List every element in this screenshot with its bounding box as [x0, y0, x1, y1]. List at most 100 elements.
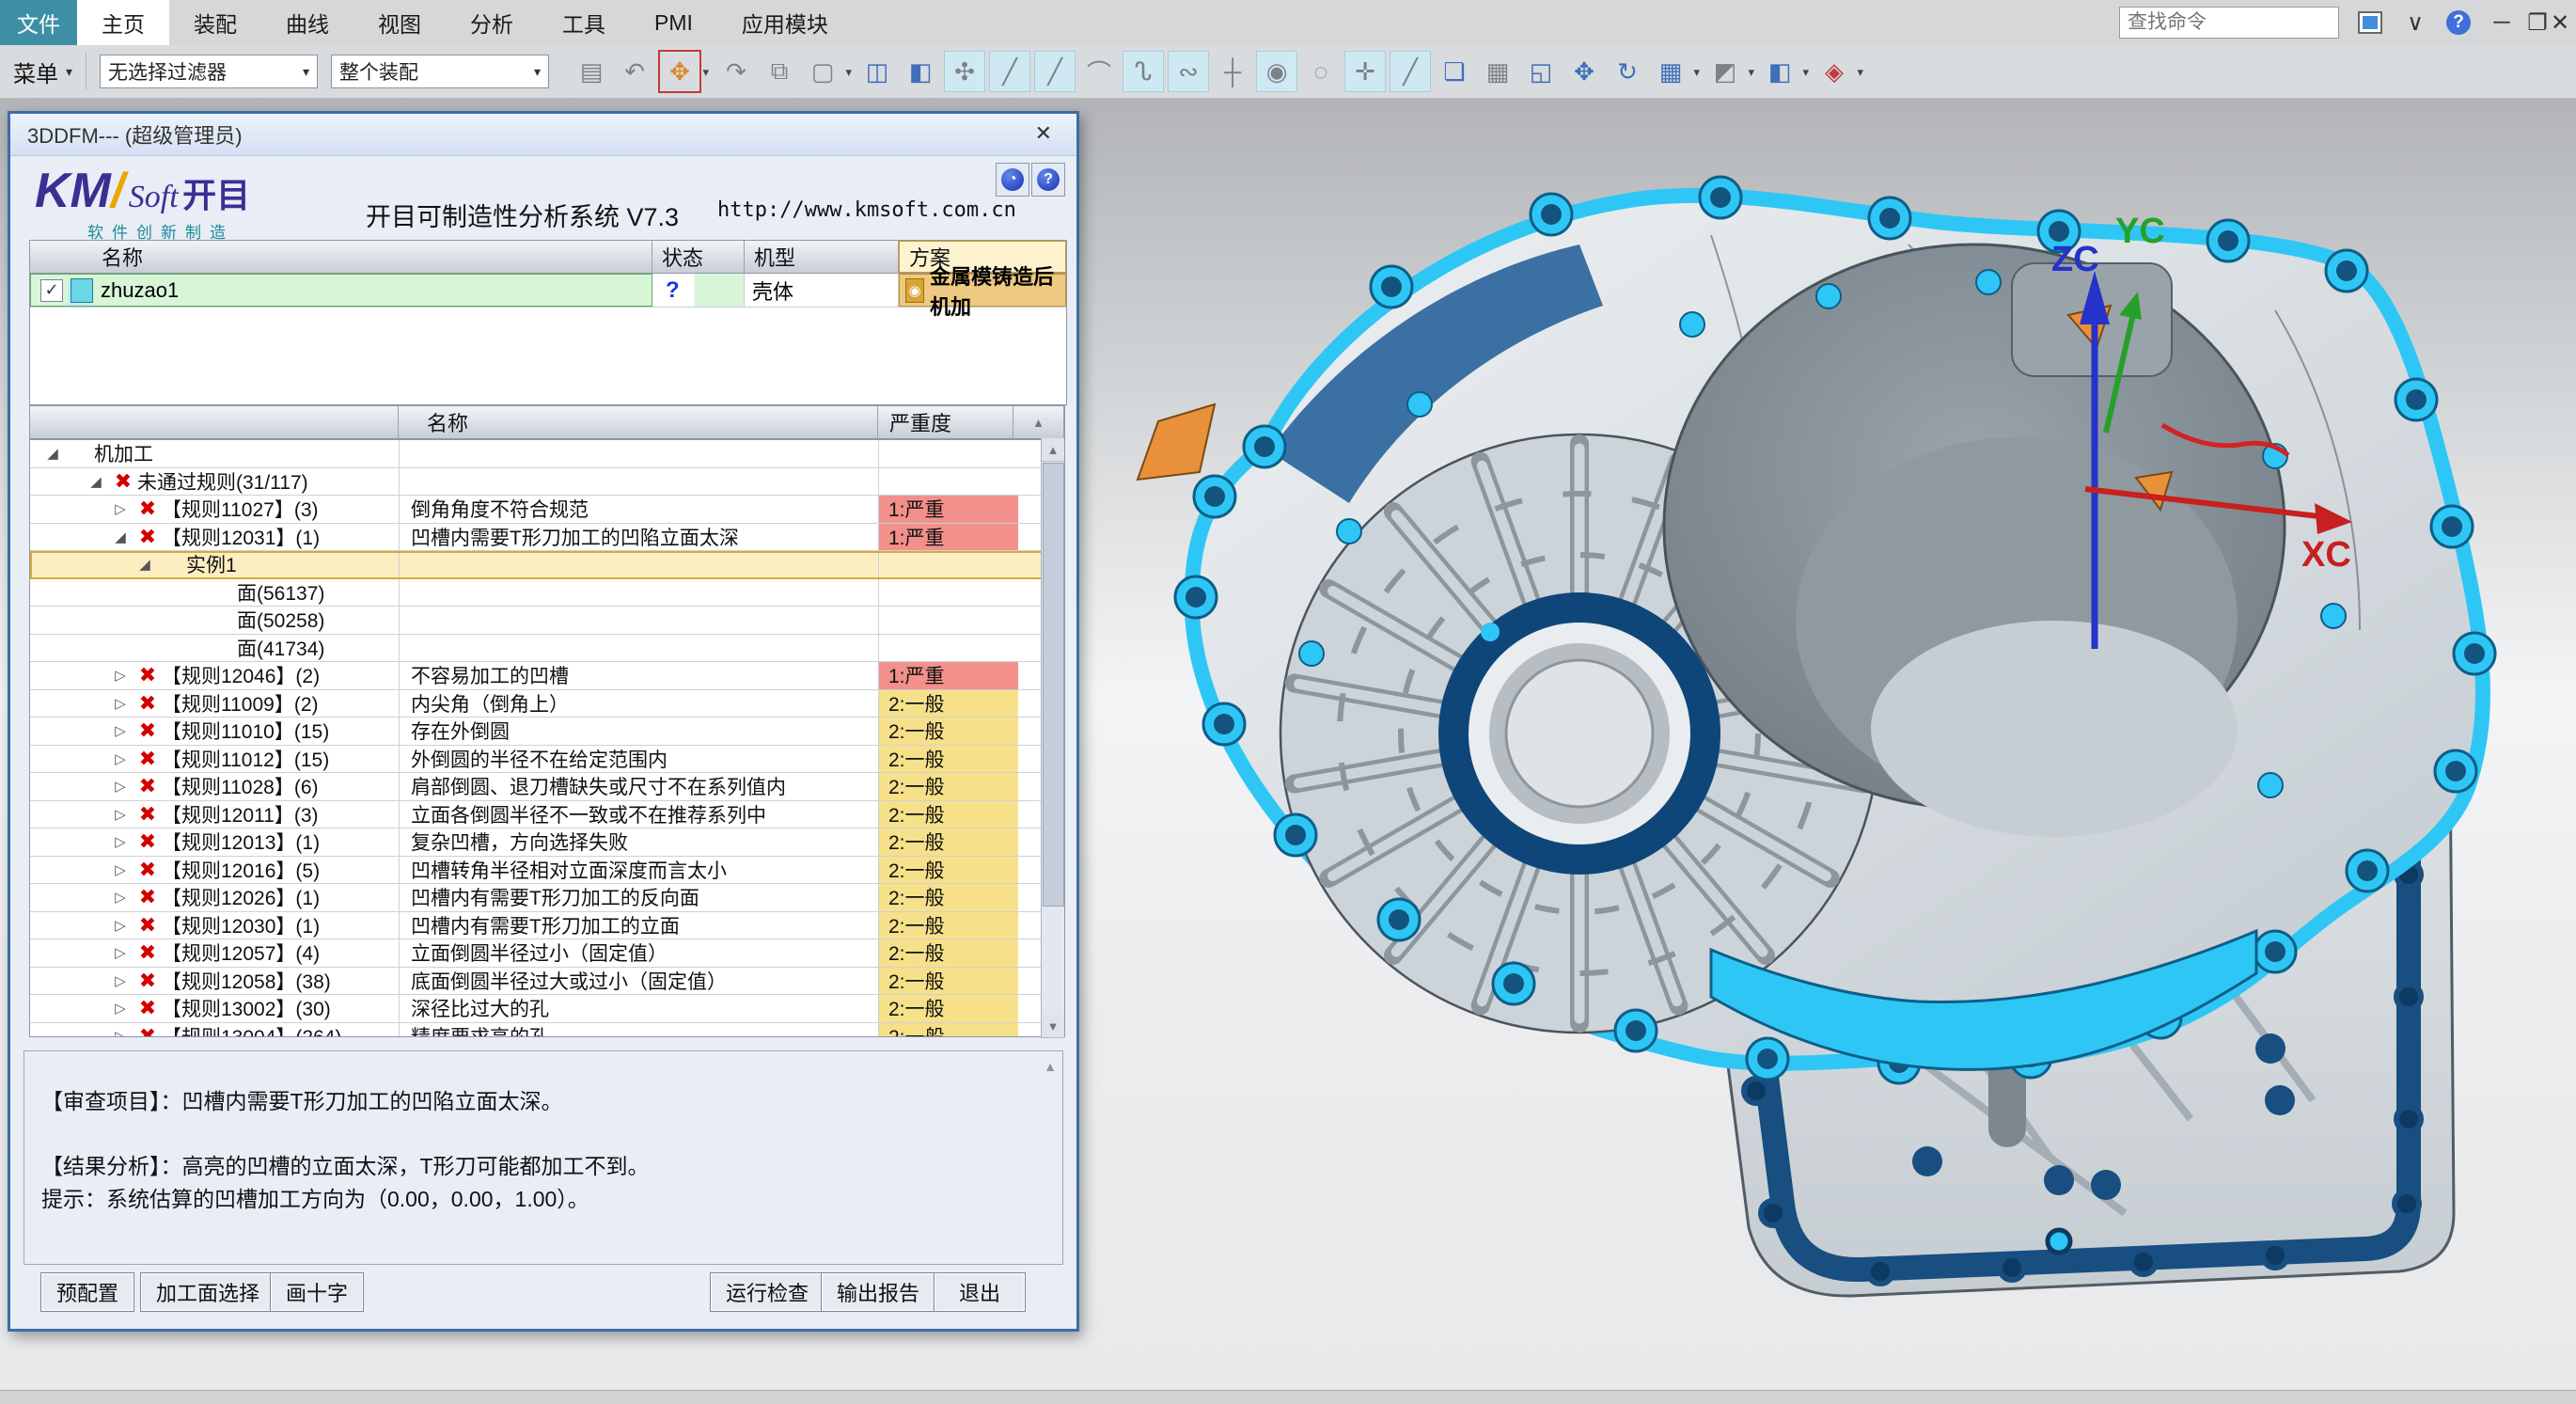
- detail-scroll-up-icon[interactable]: ▲: [1044, 1059, 1057, 1074]
- col-name[interactable]: 名称: [30, 241, 652, 273]
- ribbon-tab[interactable]: 曲线: [261, 0, 353, 45]
- upper-housing[interactable]: [1138, 177, 2495, 1083]
- menu-button[interactable]: 菜单▾: [13, 55, 72, 88]
- tree-expander-icon[interactable]: ▷: [107, 833, 134, 850]
- rule-row[interactable]: ◢ 实例1: [30, 551, 1064, 579]
- command-search-box[interactable]: [2119, 7, 2339, 39]
- layout-grid-icon[interactable]: ▦: [1651, 52, 1690, 91]
- rotate-view-icon[interactable]: ◫: [857, 52, 897, 91]
- draw-cross-button[interactable]: 画十字: [270, 1272, 364, 1312]
- rule-row[interactable]: ▷ ✖ 【规则12046】(2) 不容易加工的凹槽 1:严重: [30, 662, 1064, 690]
- run-check-button[interactable]: 运行检查: [710, 1272, 825, 1312]
- orient-view-icon[interactable]: ◈: [1814, 52, 1854, 91]
- undo-gray-icon[interactable]: ↶: [615, 52, 654, 91]
- 3d-model[interactable]: YC ZC XC: [1109, 122, 2538, 1354]
- selection-filter-dropdown[interactable]: 无选择过滤器▾: [100, 55, 318, 88]
- ribbon-tab[interactable]: 应用模块: [717, 0, 853, 45]
- tree-expander-icon[interactable]: ▷: [107, 778, 134, 795]
- dialog-help-button[interactable]: ?: [1031, 163, 1065, 197]
- output-report-button[interactable]: 输出报告: [821, 1272, 935, 1312]
- circle-icon[interactable]: ◉: [1256, 51, 1297, 92]
- ribbon-tab[interactable]: 分析: [446, 0, 538, 45]
- ribbon-tab[interactable]: 装配: [169, 0, 261, 45]
- rule-row[interactable]: ◢ ✖ 【规则12031】(1) 凹槽内需要T形刀加工的凹陷立面太深 1:严重: [30, 524, 1064, 552]
- ribbon-tab[interactable]: PMI: [630, 0, 717, 45]
- pattern-gray-icon[interactable]: ⧉: [760, 52, 799, 91]
- diag-line-icon[interactable]: ╱: [1390, 51, 1431, 92]
- tree-expander-icon[interactable]: ◢: [132, 556, 158, 573]
- scroll-down-button[interactable]: ▼: [1042, 1015, 1064, 1038]
- sheet-icon[interactable]: ❏: [1435, 52, 1474, 91]
- scroll-up-button[interactable]: ▲: [1042, 438, 1064, 462]
- rotate-gray-icon[interactable]: ↷: [716, 52, 756, 91]
- rule-row[interactable]: ◢ 机加工: [30, 440, 1064, 468]
- part-checkbox[interactable]: ✓: [40, 279, 63, 302]
- scroll-up-icon[interactable]: ▲: [1013, 406, 1064, 438]
- rule-row[interactable]: ▷ ✖ 【规则11012】(15) 外倒圆的半径不在给定范围内 2:一般: [30, 746, 1064, 774]
- shaded-cube-icon[interactable]: ◧: [1760, 52, 1799, 91]
- line-point-icon[interactable]: ╱: [1034, 51, 1076, 92]
- refresh-icon[interactable]: ↻: [1608, 52, 1647, 91]
- plus-icon[interactable]: ✛: [1344, 51, 1386, 92]
- dialog-close-button[interactable]: ✕: [1035, 121, 1052, 146]
- window-minimize-button[interactable]: ─: [2486, 8, 2518, 38]
- grid-icon[interactable]: ▦: [1478, 52, 1517, 91]
- exit-button[interactable]: 退出: [934, 1272, 1026, 1312]
- preconfig-button[interactable]: 预配置: [40, 1272, 134, 1312]
- tree-expander-icon[interactable]: ▷: [107, 861, 134, 878]
- fillet-curve-icon[interactable]: ⌒: [1079, 52, 1119, 91]
- col-machine-type[interactable]: 机型: [745, 241, 899, 273]
- rule-row[interactable]: ▷ ✖ 【规则12013】(1) 复杂凹槽，方向选择失败 2:一般: [30, 828, 1064, 857]
- tree-expander-icon[interactable]: ▷: [107, 1000, 134, 1017]
- tree-expander-icon[interactable]: ▷: [107, 806, 134, 823]
- tab-file[interactable]: 文件: [0, 0, 77, 45]
- move-component-icon[interactable]: ✣: [944, 51, 985, 92]
- rule-row[interactable]: ▷ ✖ 【规则11028】(6) 肩部倒圆、退刀槽缺失或尺寸不在系列值内 2:一…: [30, 773, 1064, 801]
- tree-expander-icon[interactable]: ▷: [107, 695, 134, 712]
- fullscreen-button[interactable]: [2354, 8, 2386, 38]
- rule-row[interactable]: 面(41734): [30, 635, 1064, 663]
- help-button[interactable]: ?: [2442, 8, 2474, 38]
- rule-row[interactable]: ▷ ✖ 【规则11009】(2) 内尖角（倒角上） 2:一般: [30, 690, 1064, 718]
- minimize-ribbon-chevron[interactable]: ∨: [2399, 8, 2431, 38]
- rule-row[interactable]: ▷ ✖ 【规则13004】(264) 精度要求高的孔 2:一般: [30, 1023, 1064, 1037]
- tree-expander-icon[interactable]: ◢: [107, 528, 134, 545]
- rule-row[interactable]: ▷ ✖ 【规则11010】(15) 存在外倒圆 2:一般: [30, 718, 1064, 746]
- ellipse-icon[interactable]: ◌: [1301, 52, 1341, 91]
- part-row[interactable]: ✓ zhuzao1 ? 壳体 ◉ 金属模铸造后机加: [30, 274, 1066, 308]
- search-input[interactable]: [2120, 11, 2390, 34]
- center-bore[interactable]: [1438, 592, 1720, 875]
- rule-row[interactable]: ▷ ✖ 【规则11027】(3) 倒角角度不符合规范 1:严重: [30, 496, 1064, 524]
- tree-expander-icon[interactable]: ▷: [107, 972, 134, 989]
- rule-row[interactable]: 面(50258): [30, 607, 1064, 635]
- ribbon-tab[interactable]: 主页: [77, 0, 169, 45]
- marquee-select-icon[interactable]: ▢: [803, 52, 842, 91]
- tree-expander-icon[interactable]: ▷: [107, 722, 134, 739]
- curve-wave-icon[interactable]: ∾: [1168, 51, 1209, 92]
- tree-expander-icon[interactable]: ▷: [107, 1028, 134, 1036]
- rule-row[interactable]: ▷ ✖ 【规则13002】(30) 深径比过大的孔 2:一般: [30, 995, 1064, 1023]
- move-face-icon[interactable]: ✥: [658, 50, 701, 93]
- tree-expander-icon[interactable]: ▷: [107, 750, 134, 767]
- ribbon-tab[interactable]: 视图: [353, 0, 446, 45]
- tree-expander-icon[interactable]: ▷: [107, 889, 134, 906]
- vendor-url[interactable]: http://www.kmsoft.com.cn: [717, 198, 1016, 222]
- rule-row[interactable]: 面(56137): [30, 579, 1064, 607]
- rule-row[interactable]: ◢ ✖ 未通过规则(31/117): [30, 468, 1064, 497]
- col-rule-name[interactable]: 名称: [399, 406, 878, 438]
- window-close-button[interactable]: ✕: [2544, 8, 2576, 38]
- rule-row[interactable]: ▷ ✖ 【规则12058】(38) 底面倒圆半径过大或过小（固定值） 2:一般: [30, 968, 1064, 996]
- ribbon-tab[interactable]: 工具: [538, 0, 630, 45]
- paste-icon[interactable]: ▤: [572, 52, 611, 91]
- line-icon[interactable]: ╱: [989, 51, 1030, 92]
- about-button[interactable]: ◔: [996, 163, 1029, 197]
- studio-spline-icon[interactable]: ᔐ: [1123, 51, 1164, 92]
- rules-scrollbar[interactable]: ▲ ▼: [1041, 438, 1064, 1038]
- face-select-button[interactable]: 加工面选择: [140, 1272, 275, 1312]
- tree-expander-icon[interactable]: ▷: [107, 944, 134, 961]
- col-severity[interactable]: 严重度: [878, 406, 1013, 438]
- tree-expander-icon[interactable]: ▷: [107, 667, 134, 684]
- part-nav-icon[interactable]: ◩: [1705, 52, 1745, 91]
- rule-row[interactable]: ▷ ✖ 【规则12057】(4) 立面倒圆半径过小（固定值） 2:一般: [30, 939, 1064, 968]
- selection-scope-dropdown[interactable]: 整个装配▾: [331, 55, 549, 88]
